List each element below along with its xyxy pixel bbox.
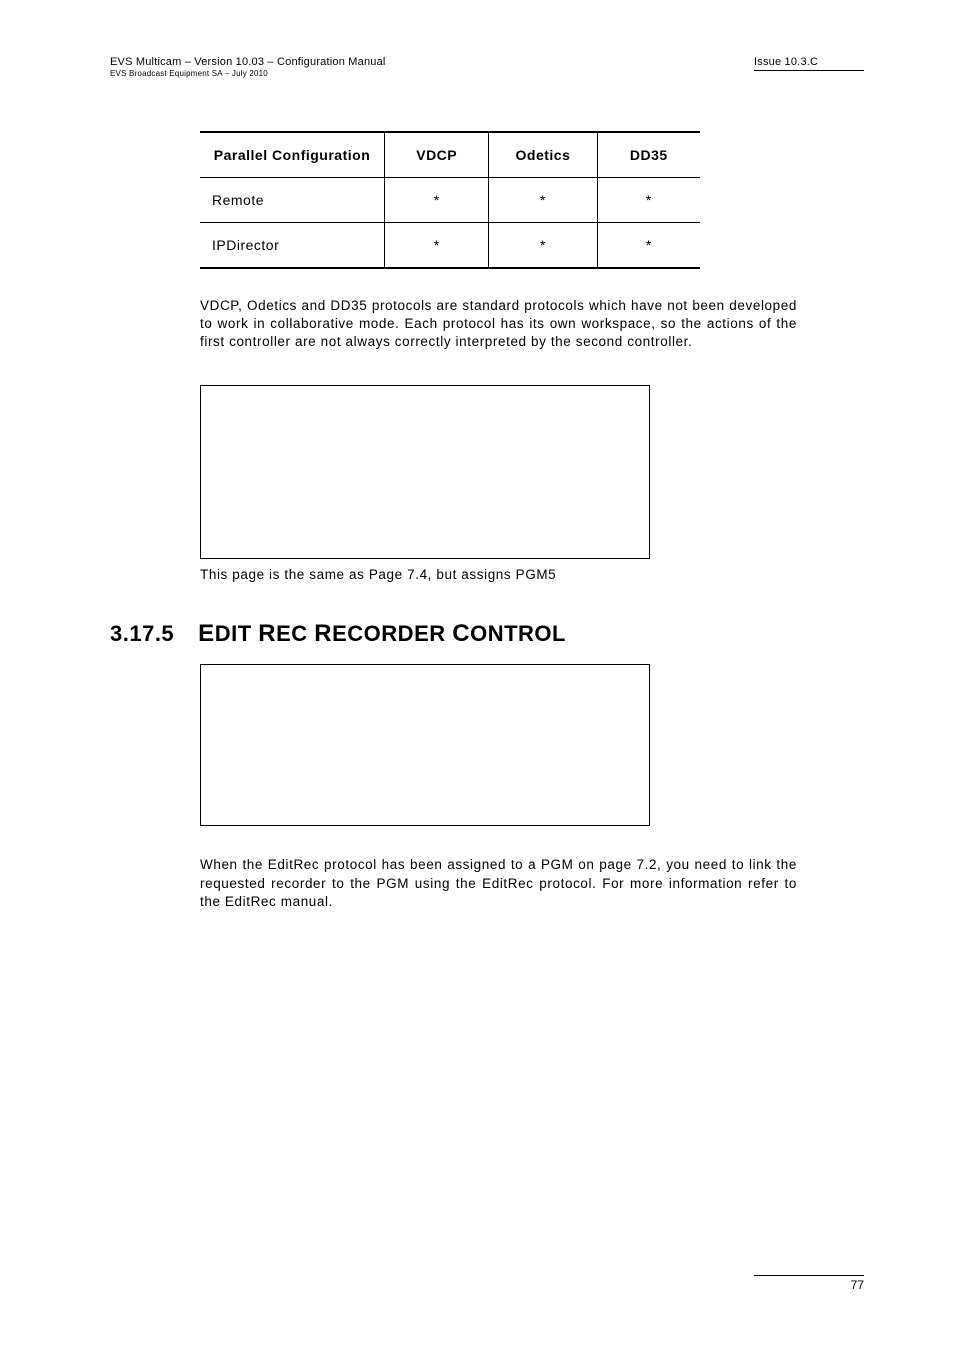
section-title: EDIT REC RECORDER CONTROL xyxy=(198,620,566,648)
header-rule xyxy=(754,70,864,71)
header-subtitle: EVS Broadcast Equipment SA – July 2010 xyxy=(110,69,386,79)
section-heading: 3.17.5 EDIT REC RECORDER CONTROL xyxy=(110,620,864,648)
table-cell-label: IPDirector xyxy=(200,222,385,268)
table-cell: * xyxy=(597,177,700,222)
table-cell: * xyxy=(597,222,700,268)
header-title: EVS Multicam – Version 10.03 – Configura… xyxy=(110,56,386,69)
table-header-cell: DD35 xyxy=(597,132,700,178)
header-right-wrap: Issue 10.3.C xyxy=(754,56,864,77)
header-left: EVS Multicam – Version 10.03 – Configura… xyxy=(110,56,386,79)
figure-caption: This page is the same as Page 7.4, but a… xyxy=(200,567,864,582)
protocol-table: Parallel Configuration VDCP Odetics DD35… xyxy=(200,131,700,269)
table-cell: * xyxy=(489,177,597,222)
table-cell-label: Remote xyxy=(200,177,385,222)
page-header: EVS Multicam – Version 10.03 – Configura… xyxy=(110,56,864,79)
table-cell: * xyxy=(385,222,489,268)
body-paragraph: VDCP, Odetics and DD35 protocols are sta… xyxy=(200,297,797,352)
table-row: IPDirector * * * xyxy=(200,222,700,268)
table-header-cell: Odetics xyxy=(489,132,597,178)
table-header-row: Parallel Configuration VDCP Odetics DD35 xyxy=(200,132,700,178)
figure-placeholder xyxy=(200,385,650,559)
page-number: 77 xyxy=(851,1278,864,1292)
table-cell: * xyxy=(385,177,489,222)
table-header-cell: VDCP xyxy=(385,132,489,178)
table-row: Remote * * * xyxy=(200,177,700,222)
footer-rule xyxy=(754,1275,864,1276)
figure-placeholder xyxy=(200,664,650,826)
table-header-cell: Parallel Configuration xyxy=(200,132,385,178)
page-footer: 77 xyxy=(754,1269,864,1292)
header-issue: Issue 10.3.C xyxy=(754,56,864,68)
section-number: 3.17.5 xyxy=(110,621,174,647)
body-paragraph: When the EditRec protocol has been assig… xyxy=(200,856,797,911)
table-cell: * xyxy=(489,222,597,268)
